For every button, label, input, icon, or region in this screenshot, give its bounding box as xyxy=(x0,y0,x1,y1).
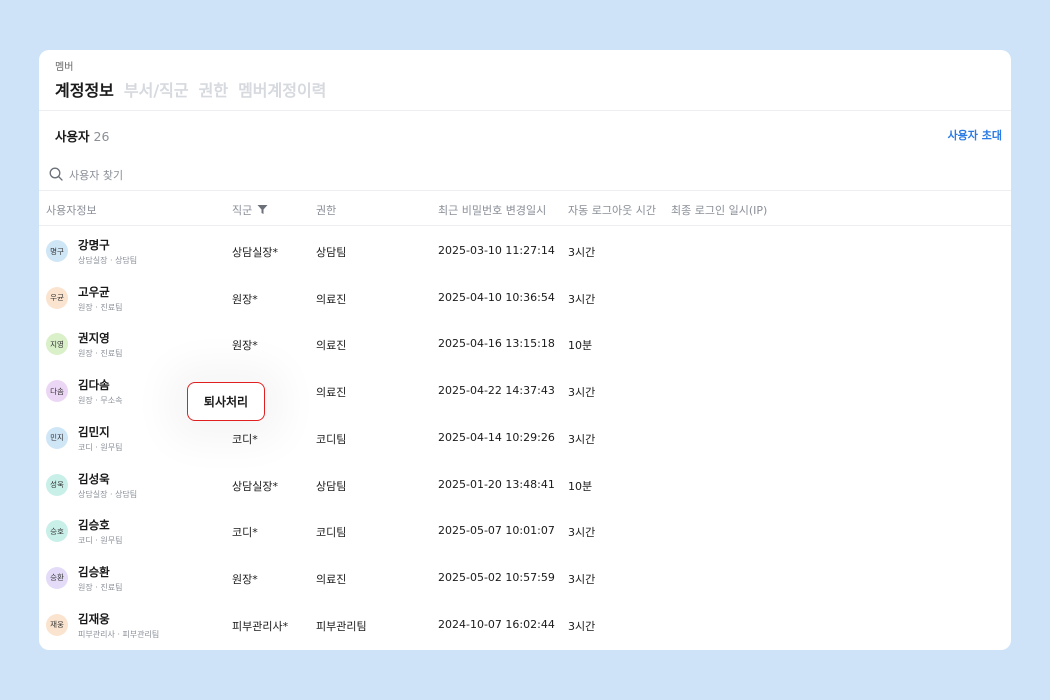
col-role: 권한 xyxy=(316,204,337,217)
avatar: 민지 xyxy=(46,426,68,449)
user-name: 강명구 xyxy=(78,238,110,252)
logout-cell: 3시간 xyxy=(568,292,596,306)
user-dept: 상담실장 · 상담팀 xyxy=(78,489,138,499)
col-job-label: 직군 xyxy=(232,204,253,217)
section-title-label: 사용자 xyxy=(55,129,90,144)
search-bar xyxy=(49,166,269,185)
col-auto-logout: 자동 로그아웃 시간 xyxy=(568,204,656,217)
tab-account-history[interactable]: 멤버계정이력 xyxy=(238,77,326,101)
logout-cell: 10분 xyxy=(568,339,593,353)
avatar: 우균 xyxy=(46,286,68,309)
user-dept: 원장 · 무소속 xyxy=(78,396,123,406)
pw-changed-cell: 2025-01-20 13:48:41 xyxy=(438,477,555,491)
pw-changed-cell: 2025-04-16 13:15:18 xyxy=(438,337,555,351)
table-row[interactable]: 재웅 김재웅 피부관리사 · 피부관리팀 피부관리사* 피부관리팀 2024-1… xyxy=(39,602,1011,649)
job-cell: 코디* xyxy=(232,526,258,540)
col-pw-changed: 최근 비밀번호 변경일시 xyxy=(438,204,547,217)
user-dept: 상담실장 · 상담팀 xyxy=(78,256,138,265)
job-cell: 원장* xyxy=(232,292,258,306)
avatar: 다솜 xyxy=(46,380,68,403)
table-row[interactable]: 승환 김승환 원장 · 진료팀 원장* 의료진 2025-05-02 10:57… xyxy=(39,555,1011,602)
col-job: 직군 xyxy=(232,202,268,218)
pw-changed-cell: 2025-05-07 10:01:07 xyxy=(438,524,555,538)
logout-cell: 3시간 xyxy=(568,386,596,400)
breadcrumb: 멤버 xyxy=(55,62,74,73)
pw-changed-cell: 2025-04-10 10:36:54 xyxy=(438,290,555,304)
table-row[interactable]: 우균 고우균 원장 · 진료팀 원장* 의료진 2025-04-10 10:36… xyxy=(39,275,1011,322)
role-cell: 의료진 xyxy=(316,386,347,400)
tab-department-job[interactable]: 부서/직군 xyxy=(124,77,189,101)
avatar: 성욱 xyxy=(46,473,68,496)
avatar: 명구 xyxy=(46,240,68,262)
invite-user-button[interactable]: 사용자 초대 xyxy=(948,127,1002,143)
table-header: 사용자정보 직군 권한 최근 비밀번호 변경일시 자동 로그아웃 시간 최종 로… xyxy=(39,190,1011,226)
logout-cell: 3시간 xyxy=(568,246,596,259)
job-cell: 원장* xyxy=(232,572,258,586)
user-name: 김재웅 xyxy=(78,611,110,626)
member-panel: 멤버 계정정보 부서/직군 권한 멤버계정이력 사용자 26 사용자 초대 사용자… xyxy=(39,50,1011,650)
logout-cell: 3시간 xyxy=(568,572,596,586)
role-cell: 코디팀 xyxy=(316,432,347,446)
search-input[interactable] xyxy=(69,169,269,182)
user-name: 김다솜 xyxy=(78,378,110,393)
job-cell: 상담실장* xyxy=(232,479,278,493)
role-cell: 코디팀 xyxy=(316,526,347,540)
tab-permission[interactable]: 권한 xyxy=(199,77,228,101)
logout-cell: 3시간 xyxy=(568,619,596,633)
table-row[interactable]: 명구 강명구 상담실장 · 상담팀 상담실장* 상담팀 2025-03-10 1… xyxy=(39,228,1011,275)
resign-popup-button[interactable]: 퇴사처리 xyxy=(187,382,265,421)
tab-bar: 계정정보 부서/직군 권한 멤버계정이력 xyxy=(55,77,326,101)
search-icon xyxy=(49,166,63,185)
user-dept: 코디 · 원무팀 xyxy=(78,536,123,546)
pw-changed-cell: 2025-04-14 10:29:26 xyxy=(438,430,555,444)
role-cell: 의료진 xyxy=(316,572,347,586)
filter-icon[interactable] xyxy=(257,204,268,218)
job-cell: 피부관리사* xyxy=(232,619,289,633)
avatar: 승환 xyxy=(46,566,68,589)
user-name: 김민지 xyxy=(78,424,110,439)
user-dept: 원장 · 진료팀 xyxy=(78,582,123,592)
user-name: 김승환 xyxy=(78,564,110,579)
avatar: 지영 xyxy=(46,333,68,356)
user-name: 김승호 xyxy=(78,518,110,533)
job-cell: 코디* xyxy=(232,432,258,446)
role-cell: 상담팀 xyxy=(316,246,347,259)
logout-cell: 3시간 xyxy=(568,432,596,446)
user-dept: 원장 · 진료팀 xyxy=(78,302,123,312)
job-cell: 원장* xyxy=(232,339,258,353)
tab-account-info[interactable]: 계정정보 xyxy=(55,77,114,101)
user-name: 고우균 xyxy=(78,284,110,299)
col-user-info: 사용자정보 xyxy=(46,204,97,217)
user-count: 26 xyxy=(93,129,110,144)
table-row[interactable]: 다솜 김다솜 원장 · 무소속 의료진 2025-04-22 14:37:43 … xyxy=(39,368,1011,415)
role-cell: 의료진 xyxy=(316,292,347,306)
role-cell: 의료진 xyxy=(316,339,347,353)
user-dept: 코디 · 원무팀 xyxy=(78,442,123,452)
section-title: 사용자 26 xyxy=(55,126,109,145)
avatar: 승호 xyxy=(46,520,68,543)
table-row[interactable]: 민지 김민지 코디 · 원무팀 코디* 코디팀 2025-04-14 10:29… xyxy=(39,415,1011,462)
pw-changed-cell: 2024-10-07 16:02:44 xyxy=(438,617,555,631)
user-name: 권지영 xyxy=(78,331,110,346)
pw-changed-cell: 2025-03-10 11:27:14 xyxy=(438,244,555,257)
table-row[interactable]: 성욱 김성욱 상담실장 · 상담팀 상담실장* 상담팀 2025-01-20 1… xyxy=(39,462,1011,509)
avatar: 재웅 xyxy=(46,613,68,636)
divider xyxy=(39,110,1011,111)
job-cell: 상담실장* xyxy=(232,246,278,259)
user-dept: 원장 · 진료팀 xyxy=(78,349,123,359)
role-cell: 피부관리팀 xyxy=(316,619,367,633)
logout-cell: 3시간 xyxy=(568,526,596,540)
user-name: 김성욱 xyxy=(78,471,110,486)
table-row[interactable]: 지영 권지영 원장 · 진료팀 원장* 의료진 2025-04-16 13:15… xyxy=(39,321,1011,368)
pw-changed-cell: 2025-04-22 14:37:43 xyxy=(438,384,555,398)
role-cell: 상담팀 xyxy=(316,479,347,493)
user-dept: 피부관리사 · 피부관리팀 xyxy=(78,629,160,639)
table-row[interactable]: 승호 김승호 코디 · 원무팀 코디* 코디팀 2025-05-07 10:01… xyxy=(39,508,1011,555)
logout-cell: 10분 xyxy=(568,479,593,493)
col-last-login: 최종 로그인 일시(IP) xyxy=(671,204,768,217)
pw-changed-cell: 2025-05-02 10:57:59 xyxy=(438,570,555,584)
